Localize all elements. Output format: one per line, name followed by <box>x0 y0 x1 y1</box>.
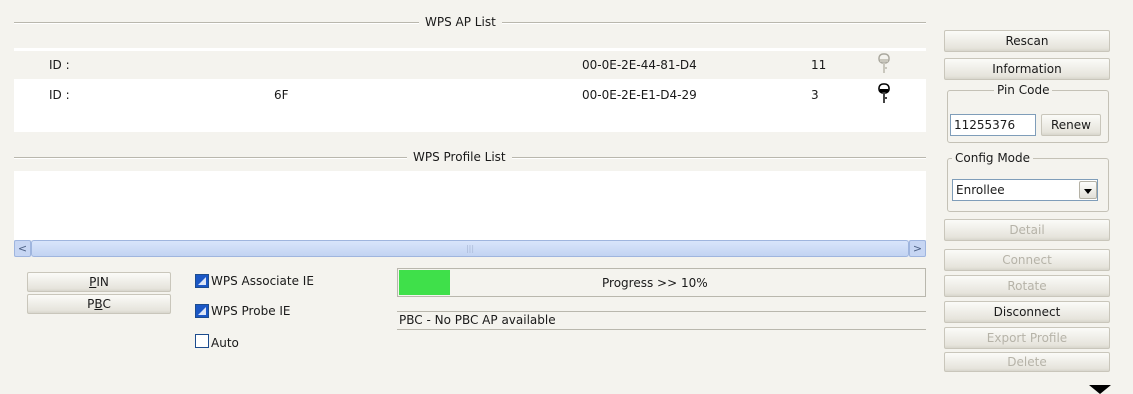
ap-id-label: ID : <box>49 88 70 102</box>
ap-bssid: 00-0E-2E-44-81-D4 <box>582 58 697 72</box>
renew-button[interactable]: Renew <box>1041 114 1101 136</box>
ap-channel: 11 <box>811 58 827 72</box>
wps-associate-ie-label: WPS Associate IE <box>211 274 314 288</box>
rotate-button[interactable]: Rotate <box>944 275 1110 297</box>
ap-bssid: 00-0E-2E-E1-D4-29 <box>582 88 697 102</box>
scroll-left-button[interactable]: < <box>14 240 31 257</box>
wps-probe-ie-checkbox[interactable] <box>195 304 209 318</box>
detail-button[interactable]: Detail <box>944 219 1110 241</box>
expand-arrow-icon[interactable] <box>1089 385 1111 394</box>
disconnect-button[interactable]: Disconnect <box>944 301 1110 323</box>
profile-list-scrollbar[interactable]: < ||| > <box>14 240 926 257</box>
pin-button[interactable]: PIN <box>27 272 171 292</box>
delete-button[interactable]: Delete <box>944 352 1110 372</box>
config-mode-caption: Config Mode <box>952 151 1034 165</box>
ap-list-caption: WPS AP List <box>419 15 502 29</box>
export-profile-button[interactable]: Export Profile <box>944 327 1110 349</box>
rescan-button[interactable]: Rescan <box>944 30 1110 52</box>
wps-probe-ie-label: WPS Probe IE <box>211 304 291 318</box>
scroll-right-button[interactable]: > <box>909 240 926 257</box>
connect-button[interactable]: Connect <box>944 249 1110 271</box>
wps-associate-ie-checkbox[interactable] <box>195 274 209 288</box>
status-text: PBC - No PBC AP available <box>397 311 926 330</box>
profile-list[interactable] <box>14 171 926 240</box>
profile-list-caption: WPS Profile List <box>407 150 512 164</box>
information-button[interactable]: Information <box>944 58 1110 80</box>
ap-list-row[interactable]: ID : 00-0E-2E-44-81-D4 11 <box>14 51 926 79</box>
progress-fill <box>399 270 450 295</box>
pin-button-label-rest: IN <box>96 275 109 289</box>
ap-channel: 3 <box>811 88 819 102</box>
pbc-button[interactable]: PBC <box>27 294 171 314</box>
key-icon <box>878 53 890 73</box>
scroll-thumb[interactable]: ||| <box>31 240 909 257</box>
chevron-down-icon <box>1084 189 1092 194</box>
ap-ssid: 6F <box>274 88 289 102</box>
pin-code-caption: Pin Code <box>994 83 1053 97</box>
config-mode-dropdown-button[interactable] <box>1079 181 1097 199</box>
progress-bar: Progress >> 10% <box>397 268 926 297</box>
progress-text: Progress >> 10% <box>602 276 708 290</box>
ap-list-row[interactable]: ID : 6F 00-0E-2E-E1-D4-29 3 <box>14 81 926 109</box>
auto-label: Auto <box>211 336 239 350</box>
ap-id-label: ID : <box>49 58 70 72</box>
config-mode-select[interactable]: Enrollee <box>952 179 1098 201</box>
key-icon <box>878 83 890 103</box>
pin-code-field[interactable]: 11255376 <box>950 114 1036 136</box>
ap-list[interactable]: ID : 00-0E-2E-44-81-D4 11 ID : 6F 00-0E-… <box>14 48 926 132</box>
pbc-button-label-rest: C <box>102 297 111 311</box>
auto-checkbox[interactable] <box>195 334 209 348</box>
